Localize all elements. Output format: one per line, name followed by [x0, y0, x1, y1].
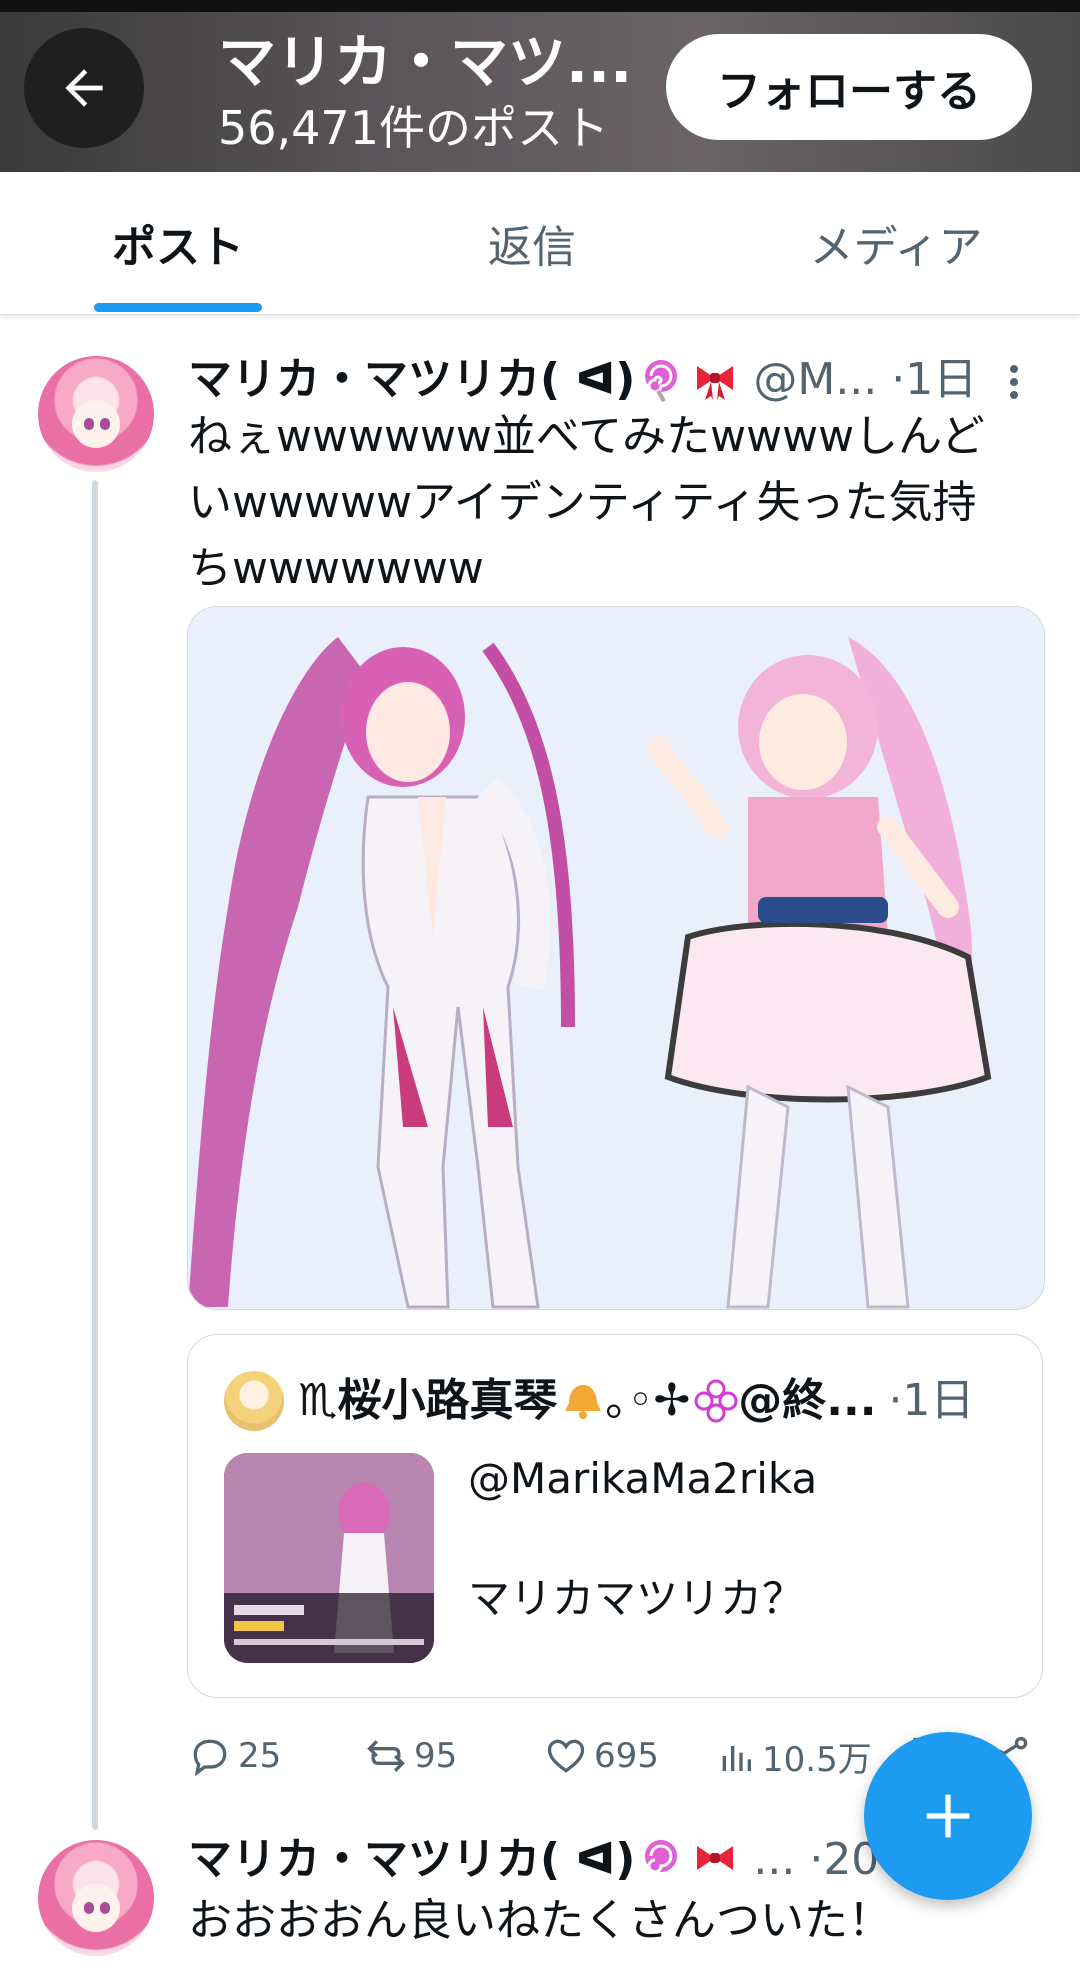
back-button[interactable]	[24, 28, 144, 148]
post-text: おおおおん良いねたくさんついた！	[188, 1895, 892, 1946]
post-text: ねぇwwwwww並べてみたwwwwしんどいwwwwwアイデンティティ失った気持ち…	[188, 411, 985, 594]
repost-button[interactable]: 95	[364, 1726, 457, 1786]
quoted-post[interactable]: ♏︎桜小路真琴 ｡◦✢ @終... ·1日 @MarikaMa2rika マリカ…	[187, 1334, 1043, 1698]
lollipop-icon	[645, 360, 678, 403]
ribbon-icon	[697, 1846, 734, 1870]
avatar[interactable]	[38, 1840, 154, 1956]
profile-header: マリカ・マツ... 56,471件のポスト フォローする	[0, 0, 1080, 172]
quoted-timestamp: ·1日	[888, 1375, 975, 1426]
profile-name: マリカ・マツ...	[218, 28, 633, 96]
tab-media[interactable]: メディア	[756, 172, 1036, 314]
profile-tabs: ポスト 返信 メディア	[0, 172, 1080, 315]
post-header: マリカ・マツリカ( ᐊ) ... ·20	[188, 1832, 879, 1888]
bell-icon	[565, 1385, 602, 1419]
quoted-handle: @終...	[738, 1375, 877, 1426]
handle[interactable]: @M...	[753, 352, 877, 408]
avatar[interactable]	[38, 356, 154, 472]
tab-replies[interactable]: 返信	[392, 172, 672, 314]
quoted-text: @MarikaMa2rika マリカマツリカ？	[468, 1454, 818, 1623]
view-count: 10.5万	[762, 1739, 872, 1780]
views-chart-icon	[722, 1746, 751, 1771]
ribbon-icon	[697, 366, 734, 400]
post-count: 56,471件のポスト	[218, 101, 609, 155]
reply-count: 25	[238, 1736, 282, 1776]
handle[interactable]: ...	[753, 1832, 795, 1888]
reply-icon	[193, 1739, 227, 1777]
quoted-header: ♏︎桜小路真琴 ｡◦✢ @終... ·1日	[298, 1371, 974, 1431]
character-illustration	[188, 607, 1044, 1309]
flower-icon	[694, 1379, 738, 1423]
thread-line	[92, 480, 98, 1830]
heart-icon	[547, 1739, 585, 1773]
arrow-left-icon	[65, 69, 103, 107]
repost-icon	[367, 1740, 405, 1772]
like-count: 695	[594, 1736, 659, 1776]
tab-posts[interactable]: ポスト	[38, 172, 318, 314]
more-options-icon[interactable]	[1010, 360, 1022, 404]
quoted-image-illustration	[224, 1453, 434, 1663]
quoted-display-name: ♏︎桜小路真琴	[298, 1375, 558, 1426]
repost-count: 95	[414, 1736, 458, 1776]
reply-button[interactable]: 25	[188, 1726, 281, 1786]
quoted-avatar[interactable]	[224, 1371, 284, 1431]
follow-button[interactable]: フォローする	[666, 34, 1032, 140]
post-image[interactable]	[187, 606, 1045, 1310]
timestamp[interactable]: ·1日	[891, 352, 977, 408]
display-name[interactable]: マリカ・マツリカ( ᐊ)	[188, 1832, 635, 1888]
quoted-name-suffix: ｡◦✢	[605, 1375, 691, 1426]
plus-icon	[926, 1794, 970, 1838]
quoted-thumbnail[interactable]	[224, 1453, 434, 1663]
lollipop-icon	[645, 1840, 678, 1874]
like-button[interactable]: 695	[544, 1726, 659, 1786]
active-tab-indicator	[94, 303, 262, 312]
post-header: マリカ・マツリカ( ᐊ) @M... ·1日	[188, 352, 977, 408]
display-name[interactable]: マリカ・マツリカ( ᐊ)	[188, 352, 635, 408]
compose-button[interactable]	[864, 1732, 1032, 1900]
views-button[interactable]: 10.5万	[716, 1726, 872, 1786]
